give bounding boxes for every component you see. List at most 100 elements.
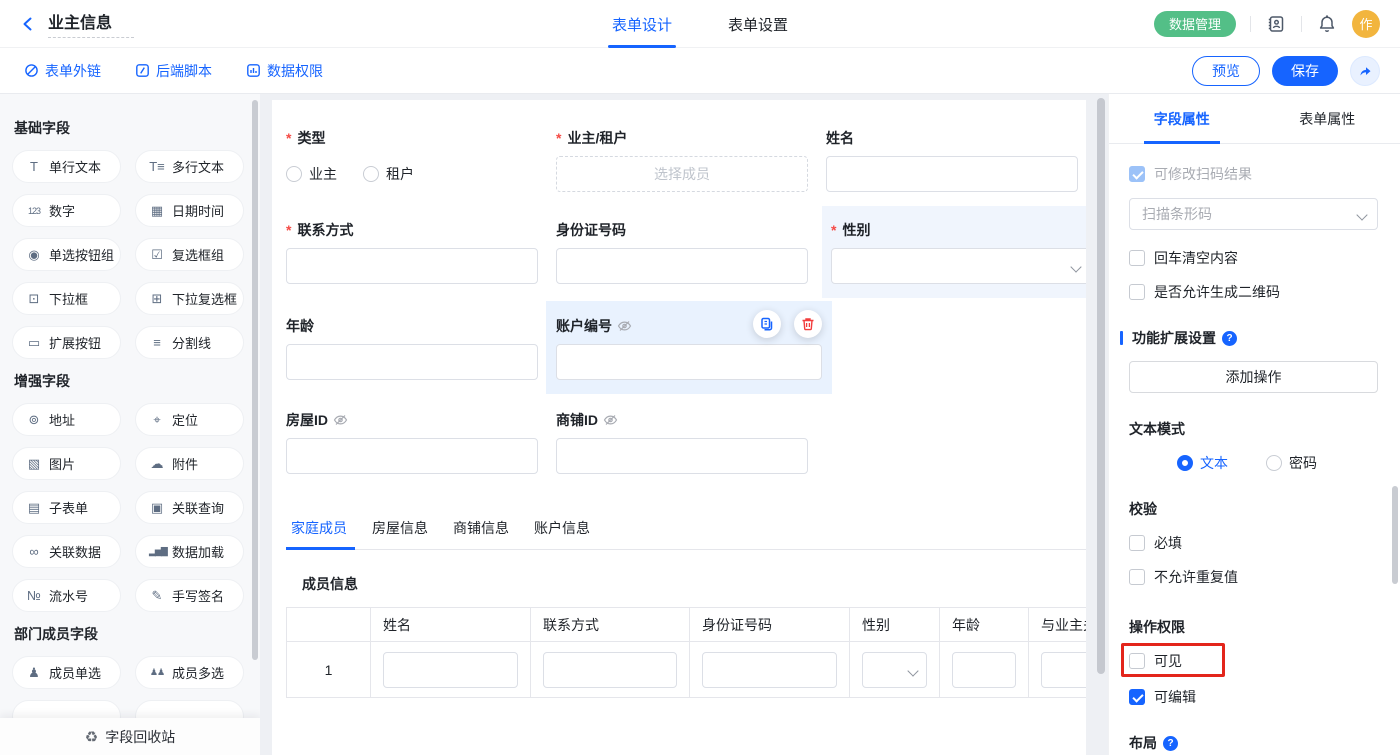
- field-owner-tenant[interactable]: *业主/租户 选择成员: [556, 130, 808, 192]
- canvas-scrollbar[interactable]: [1097, 98, 1105, 674]
- delete-field-button[interactable]: [794, 310, 822, 338]
- share-button[interactable]: [1350, 56, 1380, 86]
- palette-item-location[interactable]: ⌖定位: [135, 403, 244, 436]
- form-external-link[interactable]: 表单外链: [24, 61, 101, 81]
- palette-item-checkbox-group[interactable]: ☑复选框组: [135, 238, 244, 271]
- checkbox-icon[interactable]: [1129, 569, 1145, 585]
- cell-gender-select[interactable]: [862, 652, 927, 688]
- subtab-shop-info[interactable]: 商铺信息: [453, 518, 509, 549]
- shop-id-input[interactable]: [556, 438, 808, 474]
- palette-item-related-query[interactable]: ▣关联查询: [135, 491, 244, 524]
- preview-button[interactable]: 预览: [1192, 56, 1260, 86]
- palette-item-multi-text[interactable]: T≡多行文本: [135, 150, 244, 183]
- cell-relation-input[interactable]: [1041, 652, 1086, 688]
- age-input[interactable]: [286, 344, 538, 380]
- palette-item-dropdown[interactable]: ⊡下拉框: [12, 282, 121, 315]
- scan-mode-select[interactable]: 扫描条形码: [1129, 198, 1378, 230]
- avatar[interactable]: 作: [1352, 10, 1380, 38]
- palette-item-extend-button[interactable]: ▭扩展按钮: [12, 326, 121, 359]
- cell-age-input[interactable]: [952, 652, 1016, 688]
- sidebar-scrollbar[interactable]: [252, 100, 258, 660]
- palette-item-single-text[interactable]: T单行文本: [12, 150, 121, 183]
- palette-item-subform[interactable]: ▤子表单: [12, 491, 121, 524]
- help-icon[interactable]: ?: [1163, 736, 1178, 751]
- name-input[interactable]: [826, 156, 1078, 192]
- member-picker[interactable]: 选择成员: [556, 156, 808, 192]
- checkbox-checked-icon[interactable]: [1129, 689, 1145, 705]
- palette-item-datetime[interactable]: ▦日期时间: [135, 194, 244, 227]
- visible-row[interactable]: 可见: [1129, 651, 1182, 671]
- palette-item-dropdown-multi[interactable]: ⊞下拉复选框: [135, 282, 244, 315]
- field-house-id[interactable]: 房屋ID: [286, 412, 538, 474]
- gender-select[interactable]: [831, 248, 1086, 284]
- palette-item-address[interactable]: ⊚地址: [12, 403, 121, 436]
- palette-item-divider[interactable]: ≡分割线: [135, 326, 244, 359]
- id-number-input[interactable]: [556, 248, 808, 284]
- save-button[interactable]: 保存: [1272, 56, 1338, 86]
- tab-form-settings[interactable]: 表单设置: [728, 0, 788, 48]
- field-gender-selected[interactable]: *性别: [822, 206, 1086, 298]
- panel-scrollbar[interactable]: [1392, 486, 1398, 584]
- data-manage-button[interactable]: 数据管理: [1154, 11, 1236, 37]
- tab-form-design[interactable]: 表单设计: [612, 0, 672, 48]
- back-button[interactable]: [18, 14, 38, 34]
- palette-item-number[interactable]: 123数字: [12, 194, 121, 227]
- checkbox-icon[interactable]: [1129, 653, 1145, 669]
- palette-item-attachment[interactable]: ☁附件: [135, 447, 244, 480]
- checkbox-icon[interactable]: [1129, 535, 1145, 551]
- allow-qrcode-row[interactable]: 是否允许生成二维码: [1129, 282, 1378, 302]
- field-name[interactable]: 姓名: [826, 130, 1078, 192]
- field-age[interactable]: 年龄: [286, 318, 538, 380]
- contact-book-button[interactable]: [1265, 13, 1287, 35]
- field-account-no-selected[interactable]: 账户编号: [546, 301, 832, 394]
- palette-item-serial-number[interactable]: №流水号: [12, 579, 121, 612]
- subtab-account-info[interactable]: 账户信息: [534, 518, 590, 549]
- enter-clear-row[interactable]: 回车清空内容: [1129, 248, 1378, 268]
- no-duplicate-row[interactable]: 不允许重复值: [1129, 567, 1378, 587]
- add-action-button[interactable]: 添加操作: [1129, 361, 1378, 393]
- related-data-icon: ∞: [26, 544, 42, 559]
- text-mode-password-radio[interactable]: 密码: [1266, 453, 1317, 473]
- subtab-family-members[interactable]: 家庭成员: [291, 518, 347, 549]
- field-recycle-bin[interactable]: ♻ 字段回收站: [0, 718, 260, 755]
- house-id-input[interactable]: [286, 438, 538, 474]
- data-permission-link[interactable]: 数据权限: [246, 61, 323, 81]
- tab-field-properties[interactable]: 字段属性: [1109, 94, 1255, 143]
- checkbox-icon[interactable]: [1129, 250, 1145, 266]
- palette-item-data-load[interactable]: ▂▅▇数据加载: [135, 535, 244, 568]
- tab-form-properties[interactable]: 表单属性: [1255, 94, 1400, 143]
- palette-item-label: 下拉复选框: [172, 289, 237, 308]
- help-icon[interactable]: ?: [1222, 331, 1237, 346]
- radio-owner[interactable]: 业主: [286, 164, 337, 184]
- checkbox-icon[interactable]: [1129, 284, 1145, 300]
- subform-tabs: 家庭成员 房屋信息 商铺信息 账户信息: [286, 518, 1086, 550]
- field-shop-id[interactable]: 商铺ID: [556, 412, 808, 474]
- palette-item-radio-group[interactable]: ◉单选按钮组: [12, 238, 121, 271]
- palette-item-label: 关联查询: [172, 498, 224, 517]
- subtab-house-info[interactable]: 房屋信息: [372, 518, 428, 549]
- required-row[interactable]: 必填: [1129, 533, 1378, 553]
- contact-input[interactable]: [286, 248, 538, 284]
- editable-row[interactable]: 可编辑: [1129, 687, 1378, 707]
- backend-script-link[interactable]: 后端脚本: [135, 61, 212, 81]
- palette-item-signature[interactable]: ✎手写签名: [135, 579, 244, 612]
- text-mode-text-radio[interactable]: 文本: [1177, 453, 1228, 473]
- account-no-input[interactable]: [556, 344, 822, 380]
- palette-item-image[interactable]: ▧图片: [12, 447, 121, 480]
- palette-item-member-multi[interactable]: ♟♟成员多选: [135, 656, 244, 689]
- field-contact[interactable]: *联系方式: [286, 222, 538, 284]
- cell-name-input[interactable]: [383, 652, 518, 688]
- radio-tenant[interactable]: 租户: [363, 164, 414, 184]
- field-id-number[interactable]: 身份证号码: [556, 222, 808, 284]
- form-canvas: *类型 业主 租户 *业主/租户 选择成员 姓名: [272, 100, 1086, 755]
- copy-field-button[interactable]: [753, 310, 781, 338]
- palette-item-member-single[interactable]: ♟成员单选: [12, 656, 121, 689]
- notification-button[interactable]: [1316, 13, 1338, 35]
- checkbox-checked-disabled-icon[interactable]: [1129, 166, 1145, 182]
- field-type[interactable]: *类型 业主 租户: [286, 130, 538, 192]
- palette-item-related-data[interactable]: ∞关联数据: [12, 535, 121, 568]
- cell-id-number-input[interactable]: [702, 652, 837, 688]
- backend-script-label: 后端脚本: [156, 61, 212, 81]
- scan-result-editable-row[interactable]: 可修改扫码结果: [1129, 164, 1378, 184]
- cell-contact-input[interactable]: [543, 652, 677, 688]
